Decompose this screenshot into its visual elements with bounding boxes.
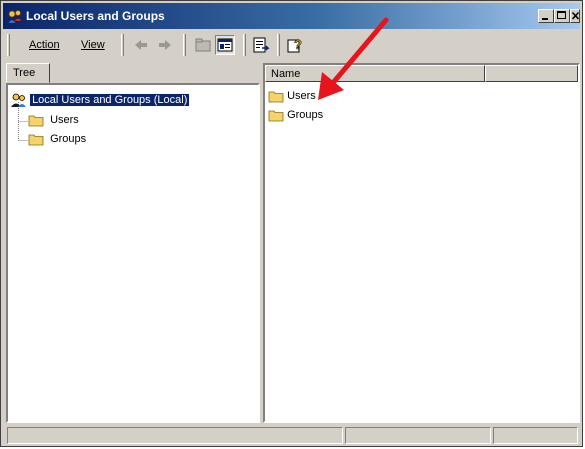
svg-text:?: ? xyxy=(294,37,302,52)
toolbar-grip[interactable] xyxy=(7,34,10,56)
column-header-blank[interactable] xyxy=(485,65,578,82)
toolbar-separator-2 xyxy=(183,34,186,56)
window-title: Local Users and Groups xyxy=(26,9,165,23)
tree-root[interactable]: Local Users and Groups (Local) xyxy=(11,92,191,108)
show-hide-tree-icon xyxy=(217,38,233,52)
tree-item-groups[interactable]: Groups xyxy=(28,132,86,146)
tree-item-groups-label: Groups xyxy=(50,132,87,145)
mmc-window: Local Users and Groups Action View ? Tre… xyxy=(0,0,583,447)
tree-root-label: Local Users and Groups (Local) xyxy=(29,92,191,107)
folder-icon xyxy=(28,134,44,146)
menu-view-label: View xyxy=(81,39,105,51)
forward-arrow-icon xyxy=(159,40,171,50)
tab-tree[interactable]: Tree xyxy=(6,63,50,83)
export-list-button[interactable] xyxy=(251,35,271,55)
menu-toolbar: Action View ? xyxy=(3,31,580,59)
menu-view[interactable]: View xyxy=(81,39,105,51)
status-panel-2 xyxy=(345,427,491,444)
snapin-icon xyxy=(11,93,26,107)
back-arrow-icon xyxy=(135,40,147,50)
status-bar xyxy=(3,425,580,445)
export-list-icon xyxy=(253,37,270,53)
help-button[interactable]: ? xyxy=(285,35,305,55)
minimize-button[interactable] xyxy=(538,9,554,23)
maximize-button[interactable] xyxy=(554,9,570,23)
forward-button[interactable] xyxy=(155,35,175,55)
status-panel-1 xyxy=(7,427,343,444)
folder-icon xyxy=(28,115,44,127)
column-header-name[interactable]: Name xyxy=(265,65,485,82)
up-folder-icon xyxy=(195,38,211,52)
show-hide-tree-button[interactable] xyxy=(215,35,235,55)
close-button[interactable] xyxy=(570,9,580,23)
folder-icon xyxy=(268,110,284,122)
help-icon: ? xyxy=(287,37,302,53)
list-item-users[interactable]: Users xyxy=(268,89,316,103)
status-panel-3 xyxy=(493,427,578,444)
tab-tree-label: Tree xyxy=(13,67,36,79)
tree-pane[interactable]: Local Users and Groups (Local) Users Gro… xyxy=(6,83,260,423)
title-bar[interactable]: Local Users and Groups xyxy=(3,3,580,29)
console-panes: Tree Local Users and Groups (Local) User… xyxy=(3,61,580,423)
menu-action-label: Action xyxy=(29,39,60,51)
close-icon xyxy=(571,11,580,20)
tree-item-users[interactable]: Users xyxy=(28,113,79,127)
tree-item-users-label: Users xyxy=(50,113,79,126)
minimize-icon xyxy=(542,18,548,20)
up-one-level-button[interactable] xyxy=(193,35,213,55)
toolbar-separator xyxy=(121,34,124,56)
list-item-users-label: Users xyxy=(287,89,316,102)
snapin-icon xyxy=(7,10,23,24)
results-pane[interactable]: Name Users Groups xyxy=(263,63,580,423)
toolbar-separator-4 xyxy=(277,34,280,56)
list-item-groups-label: Groups xyxy=(287,108,324,121)
list-item-groups[interactable]: Groups xyxy=(268,108,323,122)
menu-action[interactable]: Action xyxy=(29,39,60,51)
folder-icon xyxy=(268,91,284,103)
back-button[interactable] xyxy=(131,35,151,55)
toolbar-separator-3 xyxy=(243,34,246,56)
column-header-name-label: Name xyxy=(271,68,301,80)
maximize-icon xyxy=(557,11,566,19)
